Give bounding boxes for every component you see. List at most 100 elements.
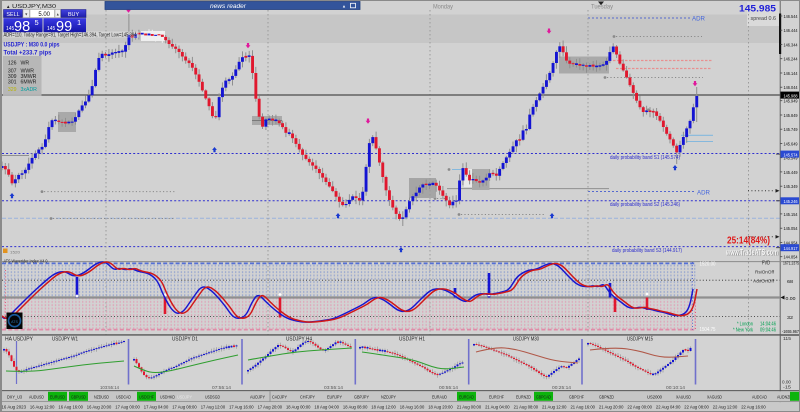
svg-text:XAGUSD: XAGUSD [707, 394, 723, 399]
svg-text:AUDJPY: AUDJPY [250, 394, 265, 399]
svg-text:103:55:14: 103:55:14 [100, 385, 119, 390]
svg-text:USDCHF: USDCHF [139, 394, 154, 399]
svg-text:Total +233.7 pips: Total +233.7 pips [4, 50, 52, 57]
svg-text:EURAUD: EURAUD [432, 394, 448, 399]
svg-text:-15: -15 [783, 385, 792, 390]
svg-text:00:10:14: 00:10:14 [666, 385, 685, 390]
svg-text:www.TradeATS.com: www.TradeATS.com [725, 248, 778, 257]
svg-text:21 Aug 08:00: 21 Aug 08:00 [514, 405, 539, 410]
svg-text:EURNZD: EURNZD [516, 394, 532, 399]
svg-text:Monday: Monday [433, 4, 453, 10]
svg-text:68: 68 [787, 279, 793, 285]
svg-text:GBPCAD: GBPCAD [536, 394, 552, 399]
svg-text:▼: ▼ [24, 12, 28, 16]
svg-text:145.154: 145.154 [784, 212, 798, 218]
svg-text:FVD: FVD [762, 261, 770, 267]
svg-text:145.246: 145.246 [784, 199, 798, 205]
svg-text:145: 145 [47, 26, 56, 32]
svg-text:1520: 1520 [10, 250, 21, 255]
svg-text:145.949: 145.949 [784, 99, 798, 105]
svg-text:EURUSD: EURUSD [50, 394, 66, 399]
svg-text:21 Aug 20:00: 21 Aug 20:00 [599, 405, 624, 410]
svg-text:* New York: * New York [733, 328, 753, 334]
svg-text:spread 0.6: spread 0.6 [751, 16, 776, 22]
svg-text:145.449: 145.449 [784, 170, 798, 176]
svg-text:22 Aug 04:00: 22 Aug 04:00 [656, 405, 681, 410]
svg-text:▲: ▲ [56, 12, 60, 16]
svg-text:22 Aug 16:00: 22 Aug 16:00 [741, 405, 766, 410]
svg-text:BUY: BUY [68, 12, 79, 18]
svg-text:17 Aug 00:00: 17 Aug 00:00 [115, 405, 140, 410]
svg-text:3xADR: 3xADR [21, 87, 38, 93]
svg-text:NZDJPY: NZDJPY [381, 394, 396, 399]
svg-text:146.544: 146.544 [784, 14, 798, 20]
svg-text:146.244: 146.244 [784, 57, 798, 63]
svg-text:ATS Waverider Index V4.0: ATS Waverider Index V4.0 [4, 258, 48, 264]
svg-text:99: 99 [56, 19, 72, 35]
svg-text:25:14(84%): 25:14(84%) [727, 236, 770, 247]
svg-text:ADR: ADR [697, 191, 711, 197]
svg-text:00:55:14: 00:55:14 [439, 385, 458, 390]
svg-text:XAUUSD: XAUUSD [676, 394, 692, 399]
svg-text:CADJPY: CADJPY [272, 394, 287, 399]
svg-text:17 Aug 12:00: 17 Aug 12:00 [201, 405, 226, 410]
svg-text:5.00: 5.00 [38, 12, 50, 18]
svg-text:145.649: 145.649 [784, 141, 798, 147]
svg-text:21 Aug 12:00: 21 Aug 12:00 [542, 405, 567, 410]
svg-text:115: 115 [783, 336, 792, 341]
svg-text:32: 32 [787, 315, 793, 321]
svg-text:GBPNZD: GBPNZD [599, 394, 615, 399]
svg-text:18 Aug 12:00: 18 Aug 12:00 [371, 405, 396, 410]
svg-text:RsiOnOff: RsiOnOff [755, 270, 775, 276]
svg-text:1: 1 [77, 18, 81, 27]
svg-text:18 Aug 16:00: 18 Aug 16:00 [400, 405, 425, 410]
svg-text:146.044: 146.044 [784, 85, 798, 91]
svg-text:USDSGD: USDSGD [205, 394, 221, 399]
svg-text:daily probability band S2 (145: daily probability band S2 (145.246) [610, 202, 680, 208]
svg-text:18 Aug 04:00: 18 Aug 04:00 [314, 405, 339, 410]
svg-text:146.344: 146.344 [784, 43, 798, 49]
svg-text:17 Aug 20:00: 17 Aug 20:00 [258, 405, 283, 410]
svg-text:145.985: 145.985 [739, 3, 777, 14]
svg-text:126: 126 [8, 61, 17, 67]
svg-text:SELL: SELL [6, 12, 19, 18]
svg-text:145.574: 145.574 [784, 152, 798, 158]
svg-text:14:04:46: 14:04:46 [760, 321, 776, 327]
svg-text:144.917: 144.917 [784, 246, 798, 252]
svg-text:22 Aug 00:00: 22 Aug 00:00 [627, 405, 652, 410]
svg-text:5: 5 [35, 18, 39, 27]
svg-text:daily probability band S3 (144: daily probability band S3 (144.917) [612, 248, 682, 254]
svg-text:AUDUSD: AUDUSD [29, 394, 45, 399]
svg-text:16 Aug 20:00: 16 Aug 20:00 [87, 405, 112, 410]
svg-text:6MWR: 6MWR [21, 80, 37, 86]
svg-text:USDCAD: USDCAD [116, 394, 132, 399]
svg-text:00:25:14: 00:25:14 [552, 385, 571, 390]
svg-text:US2000: US2000 [647, 394, 662, 399]
svg-text:WR: WR [21, 61, 30, 67]
svg-text:USDHKD: USDHKD [160, 394, 176, 399]
svg-text:146.444: 146.444 [784, 28, 798, 34]
svg-text:16 Aug 2023: 16 Aug 2023 [2, 405, 27, 410]
svg-text:ATS: ATS [11, 320, 18, 324]
svg-text:329: 329 [8, 87, 17, 93]
svg-text:AdxOnOff: AdxOnOff [753, 279, 775, 285]
svg-text:USDJPY M15: USDJPY M15 [627, 337, 653, 343]
svg-text:EURJPY: EURJPY [327, 394, 342, 399]
svg-text:98: 98 [14, 19, 30, 35]
svg-text:USDJPY W1: USDJPY W1 [52, 337, 78, 343]
svg-text:EURCAD: EURCAD [459, 394, 475, 399]
svg-text:16 Aug 16:00: 16 Aug 16:00 [58, 405, 83, 410]
svg-text:daily probability band S1 (145: daily probability band S1 (145.574) [610, 155, 680, 161]
svg-text:145.349: 145.349 [784, 184, 798, 190]
svg-text:145.988: 145.988 [784, 93, 798, 99]
svg-text:▲: ▲ [342, 4, 346, 9]
svg-text:18 Aug 08:00: 18 Aug 08:00 [343, 405, 368, 410]
svg-text:07:55:14: 07:55:14 [212, 385, 231, 390]
svg-text:17 Aug 16:00: 17 Aug 16:00 [229, 405, 254, 410]
svg-text:18 Aug 20:00: 18 Aug 20:00 [428, 405, 453, 410]
svg-text:DXY_U3: DXY_U3 [7, 394, 22, 399]
svg-text:GBPUSD: GBPUSD [71, 394, 87, 399]
svg-text:301: 301 [8, 80, 17, 86]
svg-text:GBPJPY: GBPJPY [354, 394, 369, 399]
svg-text:17 Aug 04:00: 17 Aug 04:00 [144, 405, 169, 410]
